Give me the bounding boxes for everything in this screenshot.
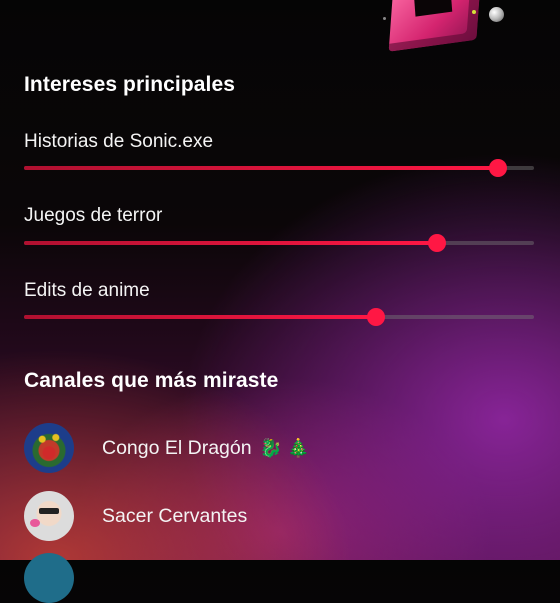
avatar — [24, 423, 74, 473]
interest-slider-sonic[interactable] — [24, 159, 534, 177]
interests-title: Intereses principales — [24, 73, 236, 96]
channel-row-sacer[interactable]: Sacer Cervantes — [24, 490, 247, 542]
avatar-partial — [24, 553, 74, 603]
slider-fill — [24, 315, 376, 319]
interest-label-sonic: Historias de Sonic.exe — [24, 131, 214, 152]
slider-thumb[interactable] — [366, 308, 385, 326]
channel-name-text: Sacer Cervantes — [102, 504, 248, 527]
channel-name-text: Congo El Dragón — [102, 436, 252, 459]
dragon-tree-emoji: 🐉 🎄 — [259, 437, 310, 458]
channel-name: Sacer Cervantes — [102, 505, 247, 528]
decorative-dot — [472, 10, 476, 14]
decorative-dot — [383, 17, 386, 20]
interest-slider-anime[interactable] — [24, 308, 534, 326]
interest-slider-terror[interactable] — [24, 234, 534, 252]
avatar — [24, 491, 74, 541]
slider-thumb[interactable] — [489, 159, 508, 177]
slider-fill — [24, 241, 438, 245]
slider-fill — [24, 166, 499, 170]
channels-title: Canales que más miraste — [24, 369, 279, 392]
interest-label-terror: Juegos de terror — [24, 205, 163, 226]
slider-thumb[interactable] — [428, 234, 447, 252]
channel-name: Congo El Dragón 🐉 🎄 — [102, 437, 309, 460]
decorative-3d-shape — [388, 0, 482, 52]
decorative-sphere — [489, 7, 504, 22]
channel-row-congo[interactable]: Congo El Dragón 🐉 🎄 — [24, 422, 309, 474]
interest-label-anime: Edits de anime — [24, 280, 150, 301]
